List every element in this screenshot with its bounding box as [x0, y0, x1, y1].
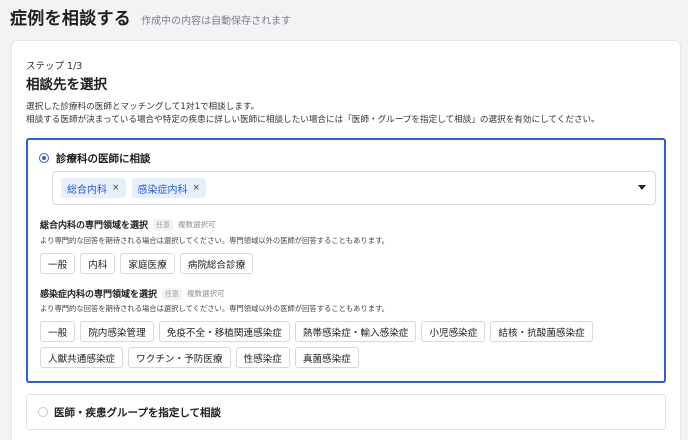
- step-description: 選択した診療科の医師とマッチングして1対1で相談します。 相談する医師が決まって…: [26, 101, 600, 127]
- option-specialty-consult[interactable]: 診療科の医師に相談 総合内科 × 感染症内科 × 総合内科の専門領域を選択 任意…: [26, 138, 666, 383]
- chip-general-internal-medicine: 総合内科 ×: [61, 178, 126, 198]
- multi-select-note: 複数選択可: [187, 289, 225, 298]
- tag-immunocompromised[interactable]: 免疫不全・移植関連感染症: [158, 321, 290, 342]
- chip-label: 総合内科: [67, 184, 107, 196]
- tag-list-infectious: 一般 院内感染管理 免疫不全・移植関連感染症 熱帯感染症・輸入感染症 小児感染症…: [40, 321, 655, 373]
- subspecialty-note-internal: より専門的な回答を期待される場合は選択してください。専門領域以外の医師が回答する…: [40, 236, 389, 245]
- tag-pediatric[interactable]: 小児感染症: [421, 321, 486, 342]
- step-indicator: ステップ 1/3: [26, 61, 83, 72]
- specialty-select[interactable]: 総合内科 × 感染症内科 ×: [52, 171, 656, 205]
- option-group-label: 医師・疾患グループを指定して相談: [54, 407, 222, 419]
- tag-infection-control[interactable]: 院内感染管理: [80, 321, 154, 342]
- option-specialty-label: 診療科の医師に相談: [56, 153, 151, 165]
- subspecialty-heading-infectious: 感染症内科の専門領域を選択 任意 複数選択可: [40, 287, 225, 300]
- subspecialty-note-infectious: より専門的な回答を期待される場合は選択してください。専門領域以外の医師が回答する…: [40, 304, 389, 313]
- chip-remove-icon[interactable]: ×: [112, 183, 120, 193]
- tag-zoonosis[interactable]: 人獣共通感染症: [40, 347, 124, 368]
- page-title: 症例を相談する: [10, 9, 132, 29]
- subspecialty-heading-text: 総合内科の専門領域を選択: [40, 221, 149, 231]
- tag-family-medicine[interactable]: 家庭医療: [120, 253, 175, 274]
- autosave-note: 作成中の内容は自動保存されます: [141, 16, 292, 27]
- subspecialty-heading-internal: 総合内科の専門領域を選択 任意 複数選択可: [40, 218, 216, 231]
- tag-vaccine[interactable]: ワクチン・予防医療: [128, 347, 231, 368]
- tag-tropical[interactable]: 熱帯感染症・輸入感染症: [294, 321, 417, 342]
- radio-group-unselected[interactable]: [38, 407, 48, 417]
- multi-select-note: 複数選択可: [178, 220, 216, 229]
- chip-label: 感染症内科: [137, 184, 188, 196]
- tag-fungal[interactable]: 真菌感染症: [294, 347, 359, 368]
- optional-badge: 任意: [153, 218, 174, 231]
- tag-std[interactable]: 性感染症: [235, 347, 290, 368]
- tag-internal-medicine[interactable]: 内科: [80, 253, 116, 274]
- chip-infectious-disease: 感染症内科 ×: [131, 178, 207, 198]
- section-title: 相談先を選択: [26, 77, 107, 93]
- page-header: 症例を相談する 作成中の内容は自動保存されます: [10, 4, 292, 29]
- description-line-1: 選択した診療科の医師とマッチングして1対1で相談します。: [26, 102, 260, 112]
- tag-infectious-general[interactable]: 一般: [40, 321, 76, 342]
- tag-tuberculosis[interactable]: 結核・抗酸菌感染症: [490, 321, 593, 342]
- description-line-2: 相談する医師が決まっている場合や特定の疾患に詳しい医師に相談したい場合には「医師…: [26, 115, 600, 125]
- tag-internal-general[interactable]: 一般: [40, 253, 76, 274]
- chevron-down-icon[interactable]: [638, 185, 646, 190]
- radio-specialty-selected[interactable]: [39, 153, 49, 163]
- tag-list-internal: 一般 内科 家庭医療 病院総合診療: [40, 253, 650, 279]
- subspecialty-heading-text: 感染症内科の専門領域を選択: [40, 290, 158, 300]
- tag-hospital-medicine[interactable]: 病院総合診療: [179, 253, 254, 274]
- option-group-consult[interactable]: 医師・疾患グループを指定して相談: [26, 394, 666, 430]
- chip-remove-icon[interactable]: ×: [193, 183, 201, 193]
- consult-card: ステップ 1/3 相談先を選択 選択した診療科の医師とマッチングして1対1で相談…: [11, 40, 681, 440]
- optional-badge: 任意: [162, 287, 183, 300]
